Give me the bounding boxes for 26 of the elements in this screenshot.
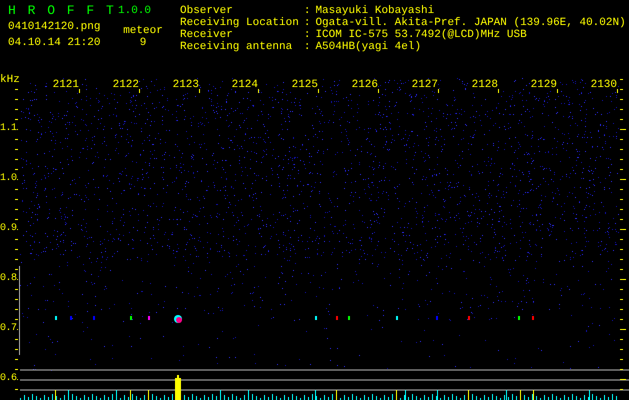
info-label: Observer: [180, 5, 234, 17]
info-label: Receiving antenna: [180, 41, 294, 53]
colon-separator: :: [304, 17, 310, 29]
meteor-count: 9: [138, 37, 148, 49]
colon-separator: :: [304, 5, 310, 17]
time-axis-label: 2129: [530, 79, 557, 91]
meteor-label: meteor: [122, 25, 164, 37]
time-axis-label: 2124: [232, 79, 258, 91]
colon-separator: :: [304, 41, 310, 53]
time-axis-label: 2121: [52, 79, 79, 91]
info-label: Receiver: [180, 29, 234, 41]
info-label: Receiving Location: [180, 17, 299, 29]
colon-separator: :: [304, 29, 310, 41]
time-axis-label: 2122: [112, 79, 139, 91]
date-time: 04.10.14 21:20: [8, 37, 102, 49]
time-axis-label: 2125: [292, 79, 318, 91]
info-value: A504HB(yagi 4el): [315, 41, 422, 53]
time-axis-label: 2130: [590, 79, 617, 91]
info-value: Masayuki Kobayashi: [315, 5, 436, 17]
info-value: Ogata-vill. Akita-Pref. JAPAN (139.96E, 40.02N): [315, 17, 627, 29]
info-value: ICOM IC-575 53.7492(@LCD)MHz USB: [315, 29, 528, 41]
file-name: 0410142120.png: [8, 21, 102, 33]
version-number: 1.0.0: [118, 5, 152, 17]
time-axis-label: 2127: [412, 79, 438, 91]
app-name: H R O F F T: [8, 5, 117, 17]
time-axis-label: 2128: [472, 79, 498, 91]
